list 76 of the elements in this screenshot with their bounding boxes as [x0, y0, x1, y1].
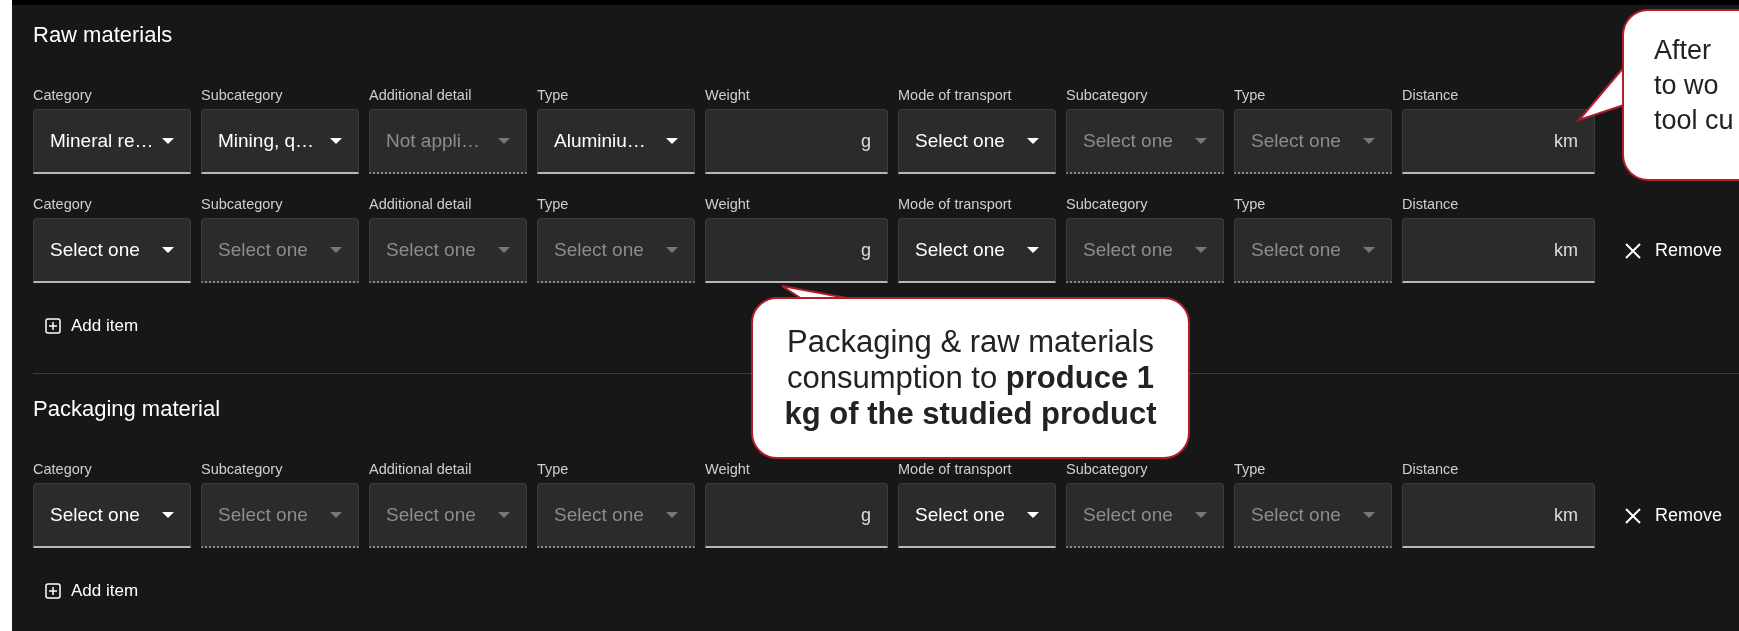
- field-label: Distance: [1402, 196, 1460, 212]
- dropdown-arrow-icon: [162, 512, 174, 518]
- plus-box-icon: [45, 318, 61, 334]
- field-label: Additional detail: [369, 461, 473, 477]
- field-label: Category: [33, 196, 93, 212]
- input-field[interactable]: km: [1402, 109, 1595, 174]
- dropdown-arrow-icon: [666, 512, 678, 518]
- input-field[interactable]: g: [705, 483, 888, 548]
- field-label: Subcategory: [1066, 196, 1149, 212]
- field-label: Subcategory: [201, 196, 284, 212]
- section-title: Packaging material: [33, 397, 221, 421]
- add-item-button[interactable]: Add item: [33, 311, 139, 341]
- dropdown-arrow-icon: [330, 512, 342, 518]
- dropdown-arrow-icon: [162, 247, 174, 253]
- plus-box-icon: [45, 583, 61, 599]
- field-label: Subcategory: [201, 461, 284, 477]
- dropdown-arrow-icon: [1363, 138, 1375, 144]
- dropdown-arrow-icon: [1363, 247, 1375, 253]
- field-label: Distance: [1402, 87, 1460, 103]
- select-field[interactable]: Select one: [33, 218, 191, 283]
- select-field[interactable]: Select one: [898, 483, 1056, 548]
- dropdown-arrow-icon: [498, 512, 510, 518]
- input-field[interactable]: km: [1402, 483, 1595, 548]
- dropdown-arrow-icon: [1363, 512, 1375, 518]
- field-label: Subcategory: [1066, 87, 1149, 103]
- select-field[interactable]: Select one: [898, 218, 1056, 283]
- remove-button[interactable]: Remove: [1605, 218, 1723, 283]
- field-label: Type: [1234, 87, 1267, 103]
- callout-text: to wo: [1654, 69, 1719, 102]
- field-label: Subcategory: [201, 87, 284, 103]
- select-field[interactable]: Aluminiu…: [537, 109, 695, 174]
- section-title: Raw materials: [33, 23, 173, 47]
- field-label: Mode of transport: [898, 87, 1013, 103]
- dropdown-arrow-icon: [1195, 247, 1207, 253]
- dropdown-arrow-icon: [666, 247, 678, 253]
- close-icon: [1625, 507, 1641, 524]
- field-label: Weight: [705, 461, 751, 477]
- dropdown-arrow-icon: [1027, 512, 1039, 518]
- select-field[interactable]: Mineral re…: [33, 109, 191, 174]
- field-label: Type: [1234, 461, 1267, 477]
- field-label: Mode of transport: [898, 461, 1013, 477]
- field-label: Category: [33, 87, 93, 103]
- field-label: Category: [33, 461, 93, 477]
- field-label: Weight: [705, 87, 751, 103]
- input-field[interactable]: km: [1402, 218, 1595, 283]
- add-item-button[interactable]: Add item: [33, 576, 139, 606]
- field-label: Type: [537, 461, 570, 477]
- dropdown-arrow-icon: [330, 138, 342, 144]
- field-label: Distance: [1402, 461, 1460, 477]
- field-label: Weight: [705, 196, 751, 212]
- select-field[interactable]: Mining, q…: [201, 109, 359, 174]
- dropdown-arrow-icon: [330, 247, 342, 253]
- callout: Packaging & raw materials consumption to produce 1 kg of the studied product: [751, 297, 1190, 459]
- close-icon: [1625, 242, 1641, 259]
- field-label: Mode of transport: [898, 196, 1013, 212]
- callout-text: tool cu: [1654, 104, 1734, 137]
- select-field[interactable]: Select one: [33, 483, 191, 548]
- field-label: Additional detail: [369, 196, 473, 212]
- input-field[interactable]: g: [705, 218, 888, 283]
- callout-text: After: [1654, 34, 1712, 67]
- dropdown-arrow-icon: [498, 247, 510, 253]
- dropdown-arrow-icon: [666, 138, 678, 144]
- field-label: Type: [537, 196, 570, 212]
- dropdown-arrow-icon: [1195, 138, 1207, 144]
- input-field[interactable]: g: [705, 109, 888, 174]
- dropdown-arrow-icon: [1027, 247, 1039, 253]
- dropdown-arrow-icon: [1027, 138, 1039, 144]
- select-field[interactable]: Select one: [898, 109, 1056, 174]
- field-label: Subcategory: [1066, 461, 1149, 477]
- field-label: Type: [1234, 196, 1267, 212]
- field-label: Additional detail: [369, 87, 473, 103]
- remove-button[interactable]: Remove: [1605, 483, 1723, 548]
- dropdown-arrow-icon: [1195, 512, 1207, 518]
- dropdown-arrow-icon: [498, 138, 510, 144]
- dropdown-arrow-icon: [162, 138, 174, 144]
- field-label: Type: [537, 87, 570, 103]
